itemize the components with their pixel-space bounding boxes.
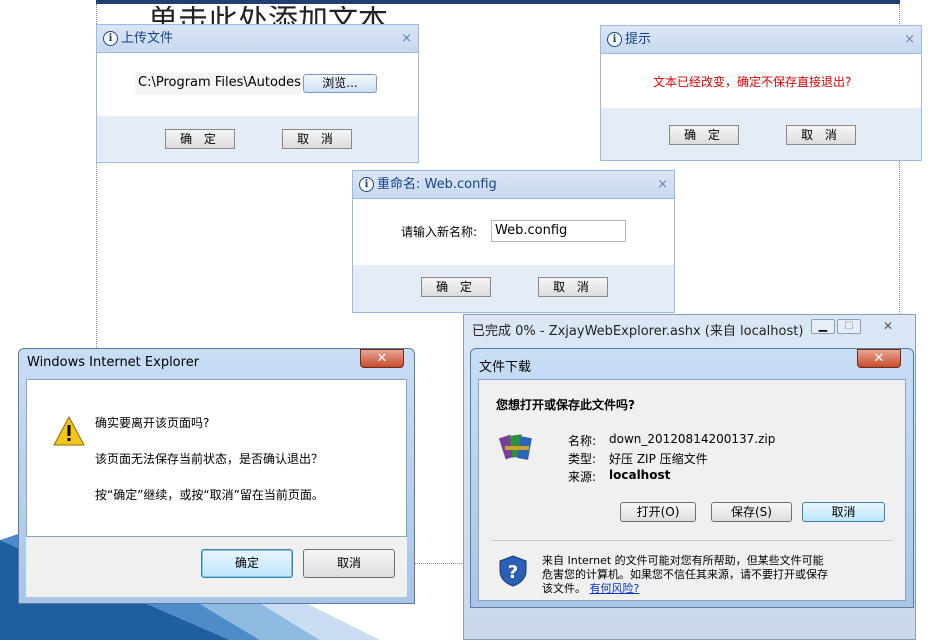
ie-cancel-button[interactable]: 取消 bbox=[303, 549, 395, 578]
minimize-icon[interactable]: ▁ bbox=[811, 319, 835, 334]
upload-dialog-header: i 上传文件 × bbox=[97, 25, 418, 53]
name-value: down_20120814200137.zip bbox=[609, 432, 776, 446]
ie-ok-button[interactable]: 确定 bbox=[201, 549, 293, 578]
warning-line3-text: 该文件。 bbox=[542, 582, 586, 595]
rename-dialog-header: i 重命名: Web.config × bbox=[353, 171, 674, 199]
warning-icon bbox=[53, 416, 85, 446]
from-label: 来源: bbox=[568, 470, 597, 484]
type-value: 好压 ZIP 压缩文件 bbox=[609, 452, 708, 466]
file-download-body: 您想打开或保存此文件吗? 名称: down_20120814200137.zip… bbox=[478, 379, 906, 601]
shield-icon: ? bbox=[499, 555, 527, 587]
prompt-dialog: i 提示 × 文本已经改变，确定不保存直接退出? 确 定 取 消 bbox=[600, 25, 922, 161]
warning-line3: 该文件。 有何风险? bbox=[542, 580, 639, 596]
file-download-dialog: 文件下载 ✕ 您想打开或保存此文件吗? 名称: down_20120814200… bbox=[470, 348, 914, 608]
name-label: 名称: bbox=[568, 434, 597, 448]
info-icon: i bbox=[607, 32, 622, 47]
upload-dialog-body: C:\Program Files\Autodes 浏览... bbox=[97, 53, 418, 116]
rename-label: 请输入新名称: bbox=[401, 225, 478, 239]
browse-button[interactable]: 浏览... bbox=[303, 74, 377, 93]
rename-input[interactable]: Web.config bbox=[491, 220, 626, 242]
open-button[interactable]: 打开(O) bbox=[620, 502, 696, 522]
ie-line2: 该页面无法保存当前状态，是否确认退出？ bbox=[95, 452, 324, 466]
svg-text:?: ? bbox=[508, 562, 518, 583]
type-label: 类型: bbox=[568, 452, 597, 466]
upload-cancel-button[interactable]: 取 消 bbox=[282, 129, 352, 149]
outer-window-title: 已完成 0% - ZxjayWebExplorer.ashx (来自 local… bbox=[472, 324, 804, 339]
save-button[interactable]: 保存(S) bbox=[711, 502, 792, 522]
prompt-dialog-body: 文本已经改变，确定不保存直接退出? bbox=[601, 54, 921, 108]
rename-dialog-title: 重命名: Web.config bbox=[377, 177, 497, 192]
download-cancel-button[interactable]: 取消 bbox=[802, 502, 885, 522]
prompt-dialog-title: 提示 bbox=[625, 32, 652, 47]
info-icon: i bbox=[359, 177, 374, 192]
rename-dialog-body: 请输入新名称: Web.config bbox=[353, 199, 674, 265]
close-icon[interactable]: ✕ bbox=[360, 349, 404, 368]
risk-link[interactable]: 有何风险? bbox=[590, 582, 640, 595]
prompt-dialog-header: i 提示 × bbox=[601, 26, 921, 54]
close-icon[interactable]: × bbox=[657, 171, 668, 198]
rename-dialog: i 重命名: Web.config × 请输入新名称: Web.config 确… bbox=[352, 170, 675, 313]
ie-confirm-dialog: Windows Internet Explorer ✕ 确实要离开该页面吗? 该… bbox=[18, 348, 415, 604]
close-icon[interactable]: ✕ bbox=[857, 349, 901, 368]
ie-dialog-title: Windows Internet Explorer bbox=[27, 355, 200, 370]
zip-archive-icon bbox=[499, 434, 532, 460]
prompt-ok-button[interactable]: 确 定 bbox=[669, 125, 739, 145]
maximize-icon[interactable]: □ bbox=[837, 319, 861, 334]
ie-line3: 按“确定”继续，或按“取消”留在当前页面。 bbox=[95, 488, 324, 502]
upload-path-field[interactable]: C:\Program Files\Autodes bbox=[135, 73, 301, 95]
prompt-cancel-button[interactable]: 取 消 bbox=[786, 125, 856, 145]
close-icon[interactable]: × bbox=[401, 25, 412, 52]
rename-cancel-button[interactable]: 取 消 bbox=[538, 277, 608, 297]
divider bbox=[491, 540, 893, 541]
prompt-message: 文本已经改变，确定不保存直接退出? bbox=[653, 75, 852, 89]
from-value: localhost bbox=[609, 468, 671, 482]
rename-ok-button[interactable]: 确 定 bbox=[421, 277, 491, 297]
close-icon[interactable]: × bbox=[904, 26, 915, 53]
upload-ok-button[interactable]: 确 定 bbox=[165, 129, 235, 149]
ie-question: 确实要离开该页面吗? bbox=[95, 416, 210, 430]
upload-dialog: i 上传文件 × C:\Program Files\Autodes 浏览... … bbox=[96, 24, 419, 163]
outer-close-icon[interactable]: ✕ bbox=[868, 319, 908, 334]
download-question: 您想打开或保存此文件吗? bbox=[496, 398, 635, 412]
ie-dialog-body: 确实要离开该页面吗? 该页面无法保存当前状态，是否确认退出？ 按“确定”继续，或… bbox=[26, 379, 407, 537]
info-icon: i bbox=[103, 31, 118, 46]
file-download-title: 文件下载 bbox=[479, 360, 532, 375]
upload-dialog-title: 上传文件 bbox=[121, 31, 174, 46]
